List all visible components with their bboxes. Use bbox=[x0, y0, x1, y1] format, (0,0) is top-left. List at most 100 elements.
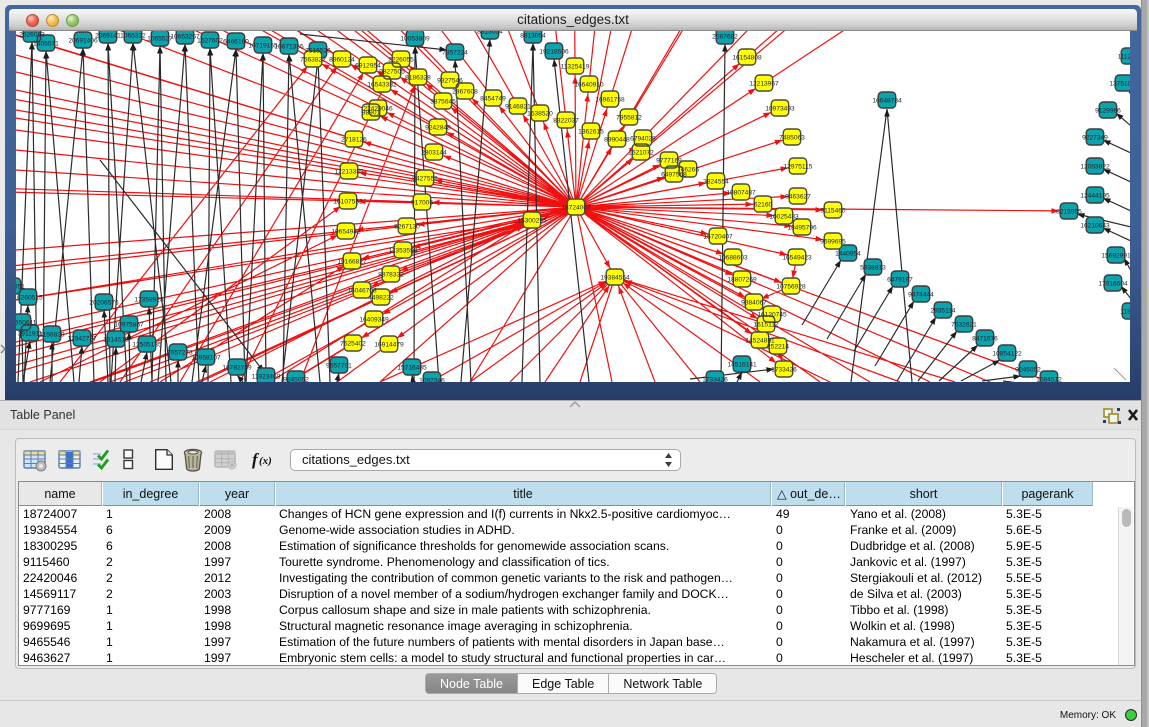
svg-text:18350611: 18350611 bbox=[16, 319, 37, 326]
svg-text:18807269: 18807269 bbox=[727, 276, 757, 283]
svg-text:16120745: 16120745 bbox=[757, 311, 787, 318]
svg-text:19384554: 19384554 bbox=[600, 274, 630, 281]
svg-text:10025433: 10025433 bbox=[769, 213, 799, 220]
svg-text:19218506: 19218506 bbox=[539, 48, 569, 55]
svg-text:2718126: 2718126 bbox=[341, 136, 367, 143]
svg-text:1092346: 1092346 bbox=[419, 377, 445, 382]
svg-text:8454749: 8454749 bbox=[480, 95, 506, 102]
svg-text:20691406: 20691406 bbox=[68, 37, 98, 44]
svg-text:9777169: 9777169 bbox=[656, 157, 682, 164]
svg-text:1615112: 1615112 bbox=[753, 321, 779, 328]
svg-text:12505135: 12505135 bbox=[132, 341, 162, 348]
svg-text:1156829: 1156829 bbox=[39, 331, 65, 338]
svg-text:16409349: 16409349 bbox=[359, 316, 389, 323]
svg-text:5938913: 5938913 bbox=[860, 264, 886, 271]
svg-text:16549423: 16549423 bbox=[782, 254, 812, 261]
svg-text:1733426: 1733426 bbox=[771, 366, 797, 373]
svg-text:4498222: 4498222 bbox=[368, 294, 394, 301]
svg-text:16154808: 16154808 bbox=[732, 54, 762, 61]
svg-text:9115460: 9115460 bbox=[820, 207, 846, 214]
svg-text:10958107: 10958107 bbox=[191, 354, 221, 361]
svg-text:9129966: 9129966 bbox=[1095, 107, 1121, 114]
svg-text:16046708: 16046708 bbox=[347, 287, 377, 294]
svg-text:7632621: 7632621 bbox=[951, 321, 977, 328]
svg-text:1362615: 1362615 bbox=[578, 128, 604, 135]
svg-text:11325419: 11325419 bbox=[561, 63, 590, 70]
svg-text:8186328: 8186328 bbox=[405, 74, 431, 81]
svg-text:8878332: 8878332 bbox=[378, 271, 404, 278]
svg-text:16107552: 16107552 bbox=[333, 198, 363, 205]
svg-text:18495796: 18495796 bbox=[787, 224, 817, 231]
svg-text:16648784: 16648784 bbox=[872, 97, 902, 104]
svg-text:8215955: 8215955 bbox=[1056, 208, 1082, 215]
svg-text:8813054: 8813054 bbox=[477, 31, 503, 35]
svg-text:2935114: 2935114 bbox=[930, 307, 956, 314]
svg-text:8267130: 8267130 bbox=[394, 223, 420, 230]
svg-text:13751074: 13751074 bbox=[1109, 80, 1130, 87]
svg-text:15300295: 15300295 bbox=[517, 217, 547, 224]
svg-text:9699695: 9699695 bbox=[820, 238, 846, 245]
svg-text:9245052: 9245052 bbox=[1015, 366, 1041, 373]
svg-text:8322037: 8322037 bbox=[553, 117, 579, 124]
svg-text:7515526: 7515526 bbox=[305, 47, 331, 54]
svg-text:19654943: 19654943 bbox=[331, 228, 361, 235]
svg-text:8990448: 8990448 bbox=[604, 136, 630, 143]
svg-text:18724007: 18724007 bbox=[561, 204, 591, 211]
svg-text:17016504: 17016504 bbox=[1098, 280, 1128, 287]
svg-text:15720407: 15720407 bbox=[703, 233, 733, 240]
svg-text:1065527: 1065527 bbox=[147, 35, 173, 42]
svg-text:20206576: 20206576 bbox=[89, 299, 119, 306]
svg-text:6466160: 6466160 bbox=[223, 38, 249, 45]
svg-text:17359928: 17359928 bbox=[134, 296, 164, 303]
svg-text:1440954: 1440954 bbox=[835, 250, 861, 257]
svg-text:16914479: 16914479 bbox=[374, 341, 404, 348]
svg-text:(x): (x) bbox=[259, 455, 272, 467]
svg-text:62160: 62160 bbox=[754, 201, 773, 208]
svg-text:9474444: 9474444 bbox=[908, 291, 934, 298]
svg-text:252214: 252214 bbox=[767, 343, 789, 350]
svg-text:118753: 118753 bbox=[1120, 308, 1130, 315]
svg-text:10807487: 10807487 bbox=[726, 189, 756, 196]
svg-text:7625402: 7625402 bbox=[340, 340, 366, 347]
svg-text:1084512: 1084512 bbox=[1036, 376, 1062, 382]
svg-text:2626063: 2626063 bbox=[19, 31, 45, 38]
svg-text:7955812: 7955812 bbox=[616, 114, 642, 121]
svg-text:2803144: 2803144 bbox=[421, 149, 447, 156]
svg-text:10975867: 10975867 bbox=[114, 321, 144, 328]
svg-text:9384067: 9384067 bbox=[741, 299, 767, 306]
svg-text:1538520: 1538520 bbox=[527, 110, 553, 117]
svg-text:9146821: 9146821 bbox=[505, 103, 531, 110]
svg-text:10854122: 10854122 bbox=[992, 350, 1022, 357]
svg-text:9827505: 9827505 bbox=[379, 68, 405, 75]
svg-text:9327546: 9327546 bbox=[437, 77, 463, 84]
svg-text:12093822: 12093822 bbox=[1080, 163, 1110, 170]
svg-text:2087682: 2087682 bbox=[712, 33, 738, 40]
svg-text:12213967: 12213967 bbox=[749, 80, 779, 87]
svg-text:9463627: 9463627 bbox=[785, 193, 811, 200]
svg-text:917006: 917006 bbox=[411, 199, 433, 206]
svg-text:8471676: 8471676 bbox=[972, 335, 998, 342]
svg-text:19166827: 19166827 bbox=[337, 258, 367, 265]
svg-text:16961758: 16961758 bbox=[595, 96, 625, 103]
svg-text:8960124: 8960124 bbox=[329, 56, 355, 63]
svg-text:9227349: 9227349 bbox=[1082, 134, 1108, 141]
svg-text:10973493: 10973493 bbox=[765, 105, 795, 112]
svg-text:2626051: 2626051 bbox=[16, 283, 25, 290]
svg-text:8813054: 8813054 bbox=[520, 32, 546, 39]
svg-text:2069141: 2069141 bbox=[95, 32, 121, 39]
svg-text:2867608: 2867608 bbox=[452, 88, 478, 95]
svg-text:6794028: 6794028 bbox=[630, 135, 656, 142]
svg-text:16671355: 16671355 bbox=[274, 43, 304, 50]
svg-text:7485063: 7485063 bbox=[779, 134, 805, 141]
svg-text:3824554: 3824554 bbox=[703, 178, 729, 185]
svg-text:10688603: 10688603 bbox=[718, 254, 748, 261]
svg-text:1621072: 1621072 bbox=[628, 149, 654, 156]
svg-text:17957273: 17957273 bbox=[163, 349, 193, 356]
svg-text:1065332: 1065332 bbox=[120, 32, 146, 39]
svg-text:12975115: 12975115 bbox=[784, 163, 813, 170]
svg-text:15692991: 15692991 bbox=[1101, 252, 1130, 259]
svg-text:15716485: 15716485 bbox=[397, 364, 427, 371]
svg-text:10756928: 10756928 bbox=[776, 283, 806, 290]
svg-text:3875645: 3875645 bbox=[430, 98, 456, 105]
svg-text:16640910: 16640910 bbox=[574, 81, 604, 88]
